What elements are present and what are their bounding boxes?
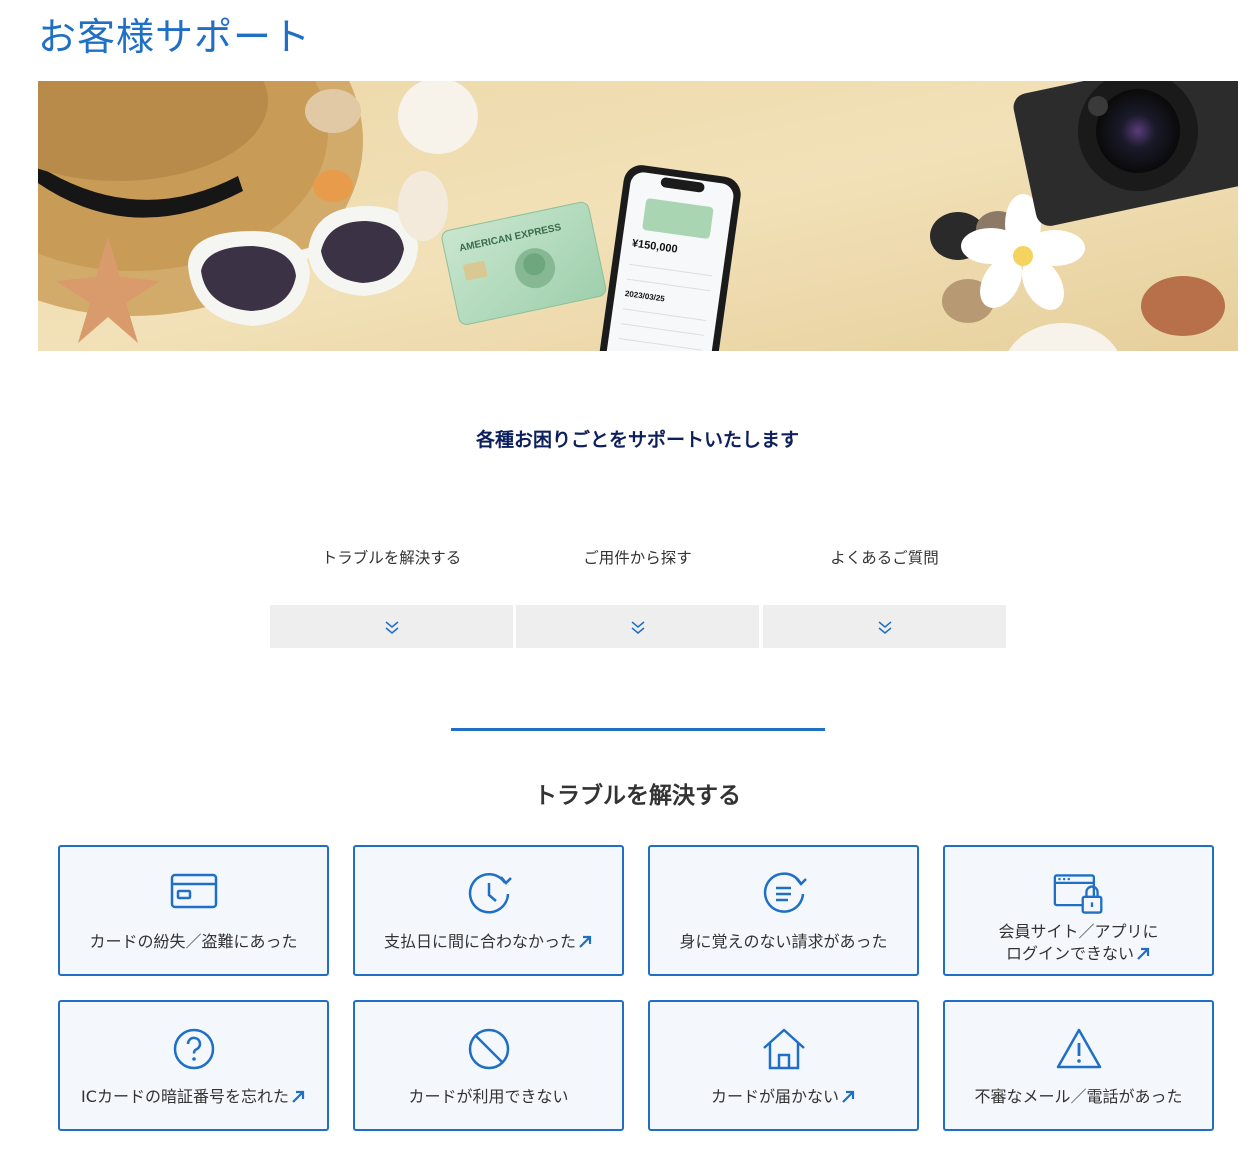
page-title: お客様サポート	[38, 15, 312, 59]
prohibited-icon	[463, 1026, 515, 1072]
external-link-icon	[842, 1090, 855, 1103]
lead-text: 各種お困りごとをサポートいたします	[475, 429, 799, 451]
tile-label: カードが届かない	[656, 1086, 911, 1108]
tile-label: 身に覚えのない請求があった	[679, 932, 888, 951]
tile-label: カードの紛失／盗難にあった	[89, 932, 298, 951]
hero-beach-illustration: AMERICAN EXPRESS ¥150,000 2023/03/25	[38, 81, 1238, 351]
warning-icon	[1053, 1026, 1105, 1072]
anchor-trouble: トラブルを解決する	[270, 540, 513, 648]
anchor-faq: よくあるご質問	[763, 540, 1006, 648]
tile-ic-pin-forgotten[interactable]: ICカードの暗証番号を忘れた	[58, 1000, 329, 1131]
browser-lock-icon	[1053, 871, 1105, 917]
tile-label: 会員サイト／アプリに ログインできない	[998, 922, 1159, 963]
tile-card-lost-stolen[interactable]: カードの紛失／盗難にあった	[58, 845, 329, 976]
tile-suspicious-contact[interactable]: 不審なメール／電話があった	[943, 1000, 1214, 1131]
home-icon	[758, 1026, 810, 1072]
billing-refresh-icon	[758, 871, 810, 917]
card-icon	[168, 871, 220, 917]
double-chevron-down-icon	[631, 620, 644, 634]
anchor-purpose-button[interactable]	[516, 605, 759, 648]
tile-card-not-delivered[interactable]: カードが届かない	[648, 1000, 919, 1131]
anchor-label: ご用件から探す	[583, 549, 692, 567]
tile-label: 支払日に間に合わなかった	[361, 931, 616, 953]
section-divider	[451, 728, 825, 731]
tile-unknown-charge[interactable]: 身に覚えのない請求があった	[648, 845, 919, 976]
double-chevron-down-icon	[878, 620, 891, 634]
external-link-icon	[292, 1090, 305, 1103]
section-title: トラブルを解決する	[534, 783, 741, 809]
anchor-faq-button[interactable]	[763, 605, 1006, 648]
tile-label: カードが利用できない	[408, 1087, 569, 1106]
tile-card-unusable[interactable]: カードが利用できない	[353, 1000, 624, 1131]
tile-label: ICカードの暗証番号を忘れた	[66, 1086, 321, 1108]
tile-missed-payment[interactable]: 支払日に間に合わなかった	[353, 845, 624, 976]
tile-login-issue[interactable]: 会員サイト／アプリに ログインできない	[943, 845, 1214, 976]
anchor-trouble-button[interactable]	[270, 605, 513, 648]
tile-label: 不審なメール／電話があった	[974, 1087, 1183, 1106]
anchor-label: よくあるご質問	[830, 549, 939, 567]
external-link-icon	[579, 935, 592, 948]
anchor-purpose: ご用件から探す	[516, 540, 759, 648]
question-icon	[168, 1026, 220, 1072]
hero-banner: AMERICAN EXPRESS ¥150,000 2023/03/25	[38, 81, 1238, 351]
external-link-icon	[1137, 947, 1150, 960]
clock-icon	[463, 871, 515, 917]
anchor-label: トラブルを解決する	[321, 549, 462, 567]
double-chevron-down-icon	[385, 620, 398, 634]
